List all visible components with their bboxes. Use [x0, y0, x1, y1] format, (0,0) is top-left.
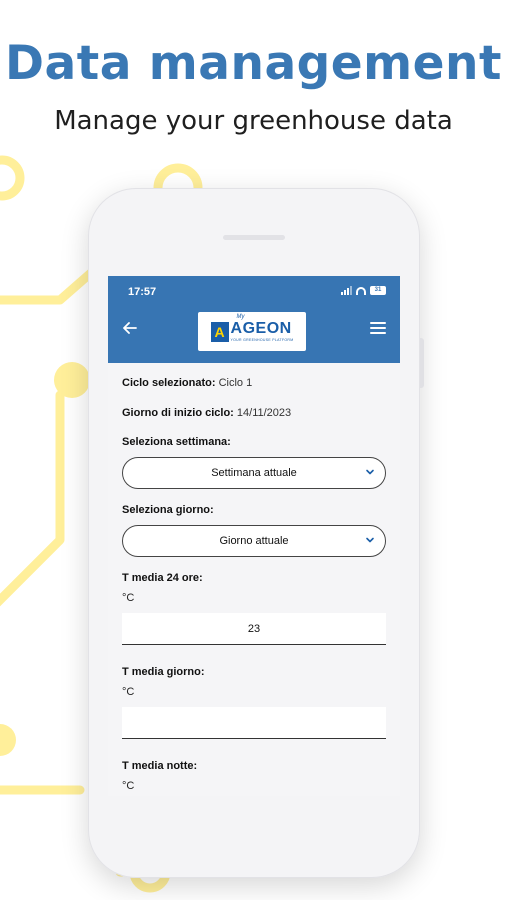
t-avg-day-unit: °C: [122, 686, 135, 698]
app-logo: A My AGEON YOUR GREENHOUSE PLATFORM: [198, 312, 306, 351]
cycle-start-row: Giorno di inizio ciclo: 14/11/2023: [122, 405, 386, 421]
t-avg-day-input[interactable]: [122, 707, 386, 739]
t-avg-night-unit: °C: [122, 780, 135, 792]
battery-icon: 31: [370, 286, 386, 295]
logo-tagline: YOUR GREENHOUSE PLATFORM: [230, 337, 294, 342]
cycle-selected-label: Ciclo selezionato:: [122, 377, 216, 389]
app-bar: 17:57 31 A My AGEON YOUR GREENHOUSE PLAT…: [108, 276, 400, 363]
t-avg-24h-label: T media 24 ore:: [122, 572, 203, 584]
status-time: 17:57: [128, 286, 157, 298]
logo-mark: A: [210, 321, 229, 342]
phone-side-button: [420, 338, 424, 388]
t-avg-24h-input[interactable]: 23: [122, 613, 386, 645]
t-avg-night-label: T media notte:: [122, 760, 198, 772]
day-select-value: Giorno attuale: [219, 535, 289, 547]
day-select[interactable]: Giorno attuale: [122, 525, 386, 557]
promo-subtitle: Manage your greenhouse data: [54, 106, 453, 136]
cycle-selected-value: Ciclo 1: [218, 377, 253, 389]
app-screen: 17:57 31 A My AGEON YOUR GREENHOUSE PLAT…: [108, 276, 400, 796]
cycle-start-value: 14/11/2023: [236, 407, 292, 419]
wifi-icon: [356, 286, 366, 295]
day-select-label: Seleziona giorno:: [122, 504, 214, 516]
form-content: Ciclo selezionato: Ciclo 1 Giorno di ini…: [108, 363, 400, 796]
logo-name: AGEON: [230, 319, 292, 337]
week-select-value: Settimana attuale: [211, 467, 297, 479]
arrow-left-icon[interactable]: [120, 318, 140, 338]
signal-icon: [341, 286, 352, 295]
t-avg-24h-unit: °C: [122, 592, 135, 604]
chevron-down-icon: [366, 469, 374, 475]
hamburger-menu-icon[interactable]: [370, 322, 386, 334]
logo-prefix: My: [236, 313, 245, 320]
phone-speaker: [223, 235, 285, 240]
week-select-label: Seleziona settimana:: [122, 436, 231, 448]
cycle-start-label: Giorno di inizio ciclo:: [122, 407, 234, 419]
week-select[interactable]: Settimana attuale: [122, 457, 386, 489]
status-icons: 31: [341, 286, 386, 295]
promo-title: Data management: [5, 36, 502, 91]
t-avg-day-label: T media giorno:: [122, 666, 205, 678]
chevron-down-icon: [366, 537, 374, 543]
cycle-selected-row: Ciclo selezionato: Ciclo 1: [122, 375, 386, 391]
